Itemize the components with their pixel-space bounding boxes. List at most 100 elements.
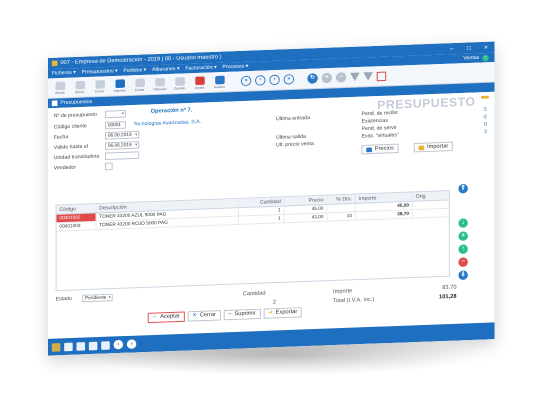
last-record-icon[interactable]: » (283, 74, 295, 85)
user-icon (214, 75, 225, 84)
col-discount[interactable]: % Dto. (327, 194, 356, 204)
ribbon-help-button[interactable]: Ayuda (191, 75, 207, 90)
folder-icon[interactable] (51, 342, 61, 352)
next-record-icon[interactable]: › (269, 74, 280, 86)
menu-facturacion[interactable]: Facturación ▾ (185, 65, 216, 72)
row-discount[interactable]: 10 (327, 212, 356, 221)
delete-button[interactable]: − Suprimir (223, 308, 261, 321)
scroll-bottom-icon[interactable]: ⇓ (458, 270, 468, 281)
menu-procesos[interactable]: Procesos ▾ (222, 64, 248, 71)
seller-label: Vendedor (53, 164, 77, 172)
document-body: PRESUPUESTO Nº de presupuesto ▾ Operació… (48, 91, 495, 324)
action-buttons: ✓ Aceptar ✕ Cerrar − Suprimir ➜ Exportar (147, 307, 302, 324)
menu-albaranes[interactable]: Albaranes ▾ (152, 66, 180, 73)
row-code[interactable]: 00001003 (56, 221, 97, 231)
forward-icon[interactable]: › (126, 339, 137, 349)
add-circle-icon[interactable]: + (321, 72, 333, 84)
insert-line-icon[interactable]: ↑ (458, 244, 468, 254)
help-icon (194, 75, 205, 85)
menu-ficheros[interactable]: Ficheros ▾ (52, 70, 76, 76)
ribbon-change-button[interactable]: Cambio (172, 76, 188, 91)
date-input[interactable]: 06.06.2019 ▾ (105, 130, 140, 140)
client-code-input[interactable]: 00001 (105, 121, 126, 130)
row-discount[interactable] (327, 203, 356, 213)
ventas-selector[interactable]: Ventas ↑ (463, 54, 489, 62)
refresh-icon (174, 76, 185, 86)
calendar-icon[interactable] (376, 71, 387, 81)
num-input[interactable]: ▾ (105, 110, 126, 119)
ribbon-copy-button[interactable]: Copiar (132, 78, 148, 92)
ribbon-tax-button[interactable]: Impuesto (152, 77, 168, 91)
close-form-button[interactable]: ✕ Cerrar (187, 310, 221, 322)
close-doc-icon (95, 79, 105, 89)
back-icon[interactable]: ‹ (113, 339, 124, 350)
document-icon (51, 100, 58, 107)
col-price[interactable]: Precio (284, 195, 328, 206)
amount-label: Importe (333, 288, 353, 295)
filter-icon[interactable] (350, 72, 360, 82)
carrier-input[interactable] (105, 151, 140, 161)
col-code[interactable]: Código (56, 204, 97, 214)
amount-value: 83,70 (442, 284, 457, 291)
first-record-icon[interactable]: « (240, 75, 252, 87)
status-label: Estado (55, 296, 72, 303)
export-icon: ➜ (268, 310, 273, 316)
prices-button[interactable]: Precios (361, 143, 399, 155)
menu-pedidos[interactable]: Pedidos ▾ (123, 67, 146, 73)
chevron-down-icon: ▾ (121, 111, 124, 116)
row-origin (413, 200, 449, 209)
scroll-top-icon[interactable]: ⇑ (458, 183, 468, 194)
client-name: Tecnologías Avanzadas, S.A. (133, 119, 202, 128)
chevron-down-icon: ▾ (108, 294, 111, 300)
status-select[interactable]: Pendiente ▾ (82, 293, 113, 303)
copy-icon (134, 78, 145, 87)
remove-circle-icon[interactable]: − (335, 72, 347, 83)
date-label: Fecha (53, 134, 69, 141)
ribbon-user-button[interactable]: Usuario (211, 75, 227, 89)
settings-icon[interactable] (101, 340, 110, 350)
menu-presupuestos[interactable]: Presupuestos ▾ (82, 68, 118, 75)
chevron-down-icon: ▾ (135, 142, 138, 147)
row-quantity[interactable]: 1 (238, 214, 285, 224)
row-amount: 38,70 (355, 210, 413, 220)
maximize-button[interactable]: □ (460, 45, 477, 52)
document-tab[interactable]: Presupuestos (60, 99, 92, 106)
quantity-total-value: 2 (272, 299, 276, 306)
chart-icon[interactable] (88, 341, 98, 350)
pending-receive-label: Pend. de recibir (361, 110, 399, 118)
ribbon-close-button[interactable]: Cerrar (92, 79, 108, 94)
lines-table: Código Descripción Cantidad Precio % Dto… (55, 190, 450, 292)
export-button[interactable]: ➜ Exportar (263, 307, 302, 319)
check-icon: ✓ (152, 314, 158, 321)
delete-line-icon[interactable]: − (458, 257, 468, 268)
seller-checkbox[interactable] (105, 162, 113, 171)
close-button[interactable]: × (477, 44, 494, 51)
refresh-circle-icon[interactable]: ↻ (307, 73, 318, 84)
move-down-icon[interactable]: ↓ (458, 218, 468, 228)
add-line-icon[interactable]: + (458, 231, 468, 241)
stage: 007 - Empresa de Demostración - 2019 | 0… (0, 0, 555, 403)
ribbon-delete-button[interactable]: Borrar (72, 80, 88, 94)
ribbon-add-button[interactable]: Añadir (52, 81, 68, 95)
grid-icon[interactable] (64, 342, 73, 351)
last-price-label: Ult. precio venta (276, 141, 314, 149)
ribbon-print-button[interactable]: Imprimir (112, 78, 128, 93)
col-origin[interactable]: Orig (413, 191, 449, 201)
pending-receive-value: 5 (483, 106, 487, 113)
stock-value: -2 (482, 114, 487, 121)
total-value: 101,28 (439, 294, 457, 301)
row-price[interactable]: 43,00 (284, 213, 328, 223)
valid-until-input[interactable]: 06.06.2019 ▾ (105, 141, 140, 150)
clear-filter-icon[interactable] (363, 72, 373, 81)
import-icon (418, 145, 425, 150)
list-icon[interactable] (76, 341, 86, 351)
delete-icon (75, 80, 85, 90)
print-icon (114, 78, 125, 88)
minimize-button[interactable]: – (443, 45, 460, 52)
virtual-stock-value: 3 (483, 129, 487, 135)
virtual-stock-label: Exist. "virtuales" (361, 132, 399, 140)
import-button[interactable]: Importar (413, 141, 454, 153)
previous-record-icon[interactable]: ‹ (255, 75, 266, 86)
ventas-up-icon: ↑ (482, 54, 489, 62)
accept-button[interactable]: ✓ Aceptar (147, 311, 185, 324)
